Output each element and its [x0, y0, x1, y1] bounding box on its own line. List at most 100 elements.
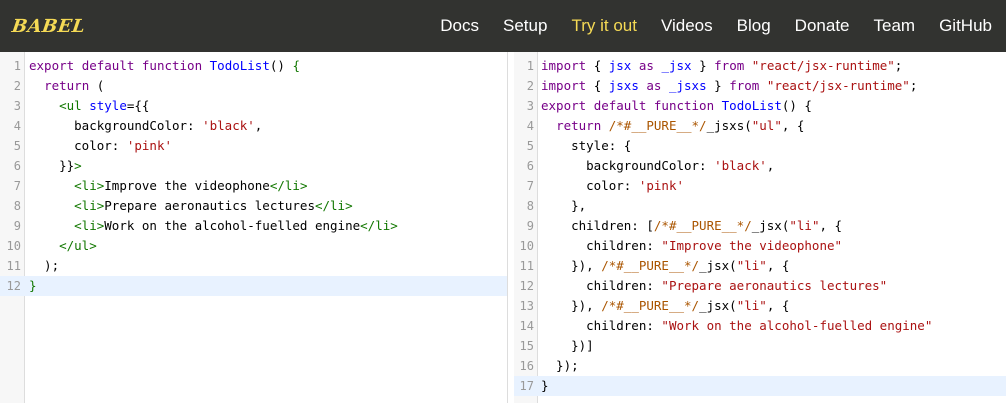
output-line-code: style: {: [541, 136, 631, 156]
output-code-line[interactable]: 4 return /*#__PURE__*/_jsxs("ul", {: [514, 116, 1006, 136]
input-code-line[interactable]: 7 <li>Improve the videophone</li>: [0, 176, 507, 196]
code-token: children:: [541, 318, 662, 333]
output-code-line[interactable]: 16 });: [514, 356, 1006, 376]
output-code-editor[interactable]: 1 import { jsx as _jsx } from "react/jsx-…: [514, 52, 1006, 403]
nav-link-blog[interactable]: Blog: [725, 0, 783, 52]
output-code-line[interactable]: 2 import { jsxs as _jsxs } from "react/js…: [514, 76, 1006, 96]
input-code-line[interactable]: 4 backgroundColor: 'black',: [0, 116, 507, 136]
input-code-line[interactable]: 8 <li>Prepare aeronautics lectures</li>: [0, 196, 507, 216]
code-token: , {: [766, 258, 790, 273]
code-token: }: [541, 378, 549, 393]
input-line-code: <li>Work on the alcohol-fuelled engine</…: [29, 216, 398, 236]
input-line-number: 1: [13, 59, 21, 73]
nav-link-donate[interactable]: Donate: [783, 0, 862, 52]
input-line-number: 2: [13, 79, 21, 93]
output-line-number: 17: [519, 379, 534, 393]
output-line-code: }: [541, 376, 549, 396]
output-code-line[interactable]: 8 },: [514, 196, 1006, 216]
nav-link-team[interactable]: Team: [862, 0, 928, 52]
code-token: Prepare aeronautics lectures: [104, 198, 315, 213]
nav-link-try-it-out[interactable]: Try it out: [559, 0, 649, 52]
code-token: _jsx(: [751, 218, 790, 233]
code-token: /*#__PURE__*/: [601, 298, 700, 313]
input-code-line[interactable]: 1 export default function TodoList() {: [0, 56, 507, 76]
code-token: import: [541, 78, 594, 93]
output-code-line[interactable]: 15 })]: [514, 336, 1006, 356]
code-token: })]: [541, 338, 594, 353]
code-token: <ul: [59, 98, 90, 113]
output-line-number: 15: [519, 339, 534, 353]
output-code-line[interactable]: 1 import { jsx as _jsx } from "react/jsx-…: [514, 56, 1006, 76]
code-token: ,: [766, 158, 775, 173]
output-line-code: backgroundColor: 'black',: [541, 156, 774, 176]
input-code-line[interactable]: 10 </ul>: [0, 236, 507, 256]
output-code-line[interactable]: 13 }), /*#__PURE__*/_jsx("li", {: [514, 296, 1006, 316]
code-token: style: [89, 98, 127, 113]
output-code-line[interactable]: 9 children: [/*#__PURE__*/_jsx("li", {: [514, 216, 1006, 236]
code-token: function: [653, 98, 722, 113]
output-code-line[interactable]: 17}: [514, 376, 1006, 396]
nav-link-videos[interactable]: Videos: [649, 0, 725, 52]
code-token: import: [541, 58, 594, 73]
output-code-line[interactable]: 10 children: "Improve the videophone": [514, 236, 1006, 256]
input-code-line[interactable]: 3 <ul style={{: [0, 96, 507, 116]
code-token: }: [699, 58, 715, 73]
output-code-line[interactable]: 5 style: {: [514, 136, 1006, 156]
nav-link-setup[interactable]: Setup: [491, 0, 559, 52]
input-line-number: 4: [13, 119, 21, 133]
input-line-code: }: [29, 276, 37, 296]
code-token: </li>: [314, 198, 353, 213]
input-code-line[interactable]: 6 }}>: [0, 156, 507, 176]
code-token: }),: [541, 298, 602, 313]
code-token: }: [29, 278, 37, 293]
input-code-lines[interactable]: 1 export default function TodoList() {2 r…: [0, 56, 507, 296]
input-code-line[interactable]: 9 <li>Work on the alcohol-fuelled engine…: [0, 216, 507, 236]
input-code-line[interactable]: 2 return (: [0, 76, 507, 96]
output-code-line[interactable]: 12 children: "Prepare aeronautics lectur…: [514, 276, 1006, 296]
output-code-lines[interactable]: 1 import { jsx as _jsx } from "react/jsx-…: [514, 56, 1006, 396]
code-token: children:: [541, 238, 662, 253]
input-code-editor[interactable]: 1 export default function TodoList() {2 r…: [0, 52, 508, 403]
code-token: );: [29, 258, 60, 273]
output-line-code: import { jsxs as _jsxs } from "react/jsx…: [541, 76, 917, 96]
output-line-code: })]: [541, 336, 594, 356]
input-code-line[interactable]: 5 color: 'pink': [0, 136, 507, 156]
code-token: {: [292, 58, 300, 73]
input-line-number: 11: [6, 259, 21, 273]
output-code-line[interactable]: 11 }), /*#__PURE__*/_jsx("li", {: [514, 256, 1006, 276]
code-token: return: [44, 78, 97, 93]
input-line-code: <li>Improve the videophone</li>: [29, 176, 307, 196]
code-token: _jsx: [661, 58, 700, 73]
output-line-code: import { jsx as _jsx } from "react/jsx-r…: [541, 56, 902, 76]
output-code-line[interactable]: 7 color: 'pink': [514, 176, 1006, 196]
code-token: (): [269, 58, 293, 73]
code-token: _jsx(: [699, 298, 737, 313]
nav-links: Docs Setup Try it out Videos Blog Donate…: [428, 0, 1004, 52]
code-token: /*#__PURE__*/: [653, 218, 752, 233]
output-line-number: 5: [526, 139, 534, 153]
output-line-code: color: 'pink': [541, 176, 684, 196]
input-line-number: 10: [6, 239, 21, 253]
nav-link-github[interactable]: GitHub: [927, 0, 1004, 52]
output-code-line[interactable]: 6 backgroundColor: 'black',: [514, 156, 1006, 176]
input-code-line[interactable]: 11 );: [0, 256, 507, 276]
code-token: </li>: [269, 178, 308, 193]
code-token: ;: [894, 58, 903, 73]
babel-logo[interactable]: BABEL: [11, 16, 87, 37]
output-code-line[interactable]: 14 children: "Work on the alcohol-fuelle…: [514, 316, 1006, 336]
code-token: "li": [789, 218, 820, 233]
code-token: , {: [766, 298, 790, 313]
code-token: /*#__PURE__*/: [601, 258, 700, 273]
output-code-line[interactable]: 3 export default function TodoList() {: [514, 96, 1006, 116]
input-code-line[interactable]: 12}: [0, 276, 507, 296]
code-token: </li>: [360, 218, 398, 233]
output-line-code: export default function TodoList() {: [541, 96, 812, 116]
input-line-number: 3: [13, 99, 21, 113]
code-token: 'pink': [638, 178, 684, 193]
nav-link-docs[interactable]: Docs: [428, 0, 491, 52]
